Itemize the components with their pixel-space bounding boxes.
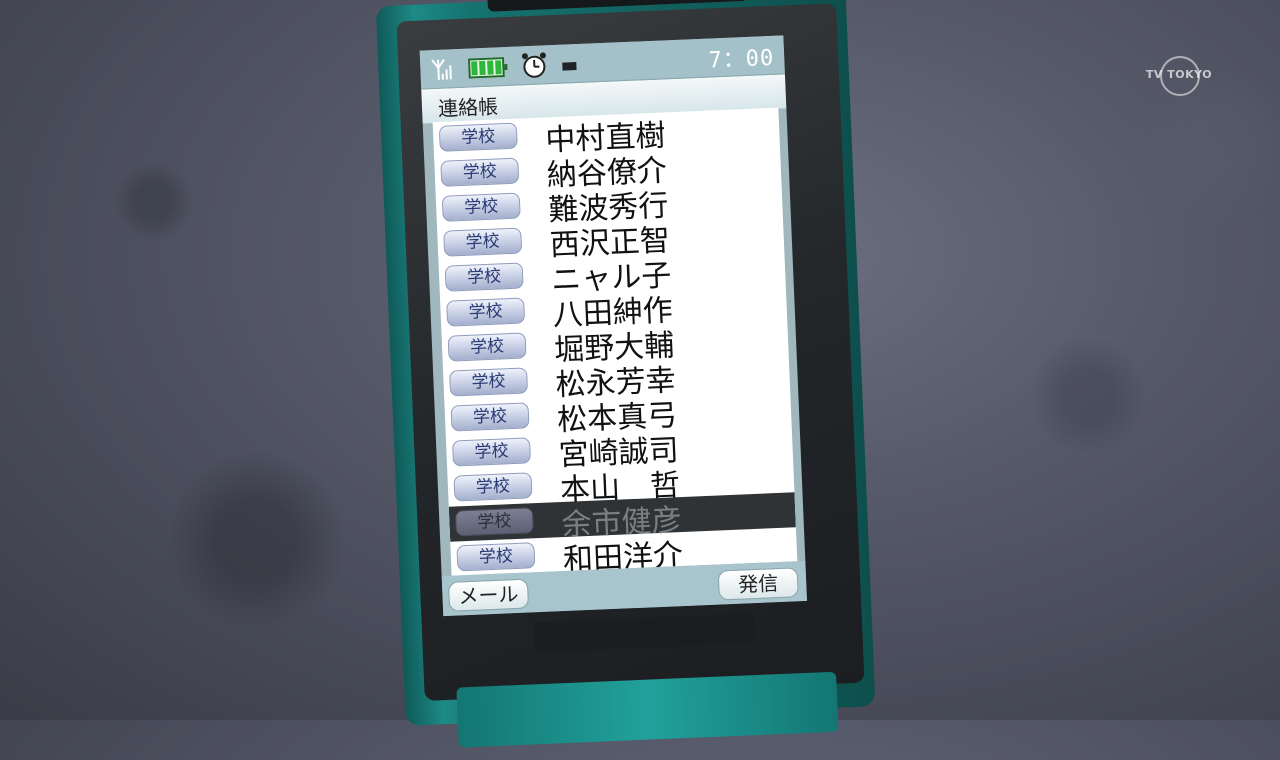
group-tag: 学校 — [448, 332, 527, 361]
battery-icon — [468, 57, 505, 78]
phone-screen: 7：00 連絡帳 学校中村直樹学校納谷僚介学校難波秀行学校西沢正智学校ニャル子学… — [420, 35, 807, 616]
group-tag: 学校 — [452, 437, 531, 466]
group-tag: 学校 — [451, 402, 530, 431]
group-tag: 学校 — [442, 193, 521, 222]
group-tag: 学校 — [440, 158, 519, 187]
signal-icon — [428, 57, 455, 82]
call-softkey-button[interactable]: 発信 — [718, 567, 799, 600]
contact-list: 学校中村直樹学校納谷僚介学校難波秀行学校西沢正智学校ニャル子学校八田紳作学校堀野… — [433, 108, 798, 576]
clock-time: 7：00 — [708, 40, 775, 75]
mail-softkey-button[interactable]: メール — [448, 579, 529, 612]
screen-title: 連絡帳 — [437, 90, 498, 121]
group-tag: 学校 — [456, 542, 535, 571]
alarm-clock-icon — [520, 51, 549, 80]
flip-phone: 7：00 連絡帳 学校中村直樹学校納谷僚介学校難波秀行学校西沢正智学校ニャル子学… — [367, 0, 898, 760]
group-tag: 学校 — [443, 228, 522, 257]
group-tag: 学校 — [449, 367, 528, 396]
tv-tokyo-watermark-logo: TV TOKYO — [1142, 60, 1216, 90]
group-tag: 学校 — [446, 297, 525, 326]
group-tag: 学校 — [445, 262, 524, 291]
group-tag: 学校 — [455, 507, 534, 536]
group-tag: 学校 — [453, 472, 532, 501]
mode-indicator-icon — [562, 62, 576, 71]
group-tag: 学校 — [439, 123, 518, 152]
